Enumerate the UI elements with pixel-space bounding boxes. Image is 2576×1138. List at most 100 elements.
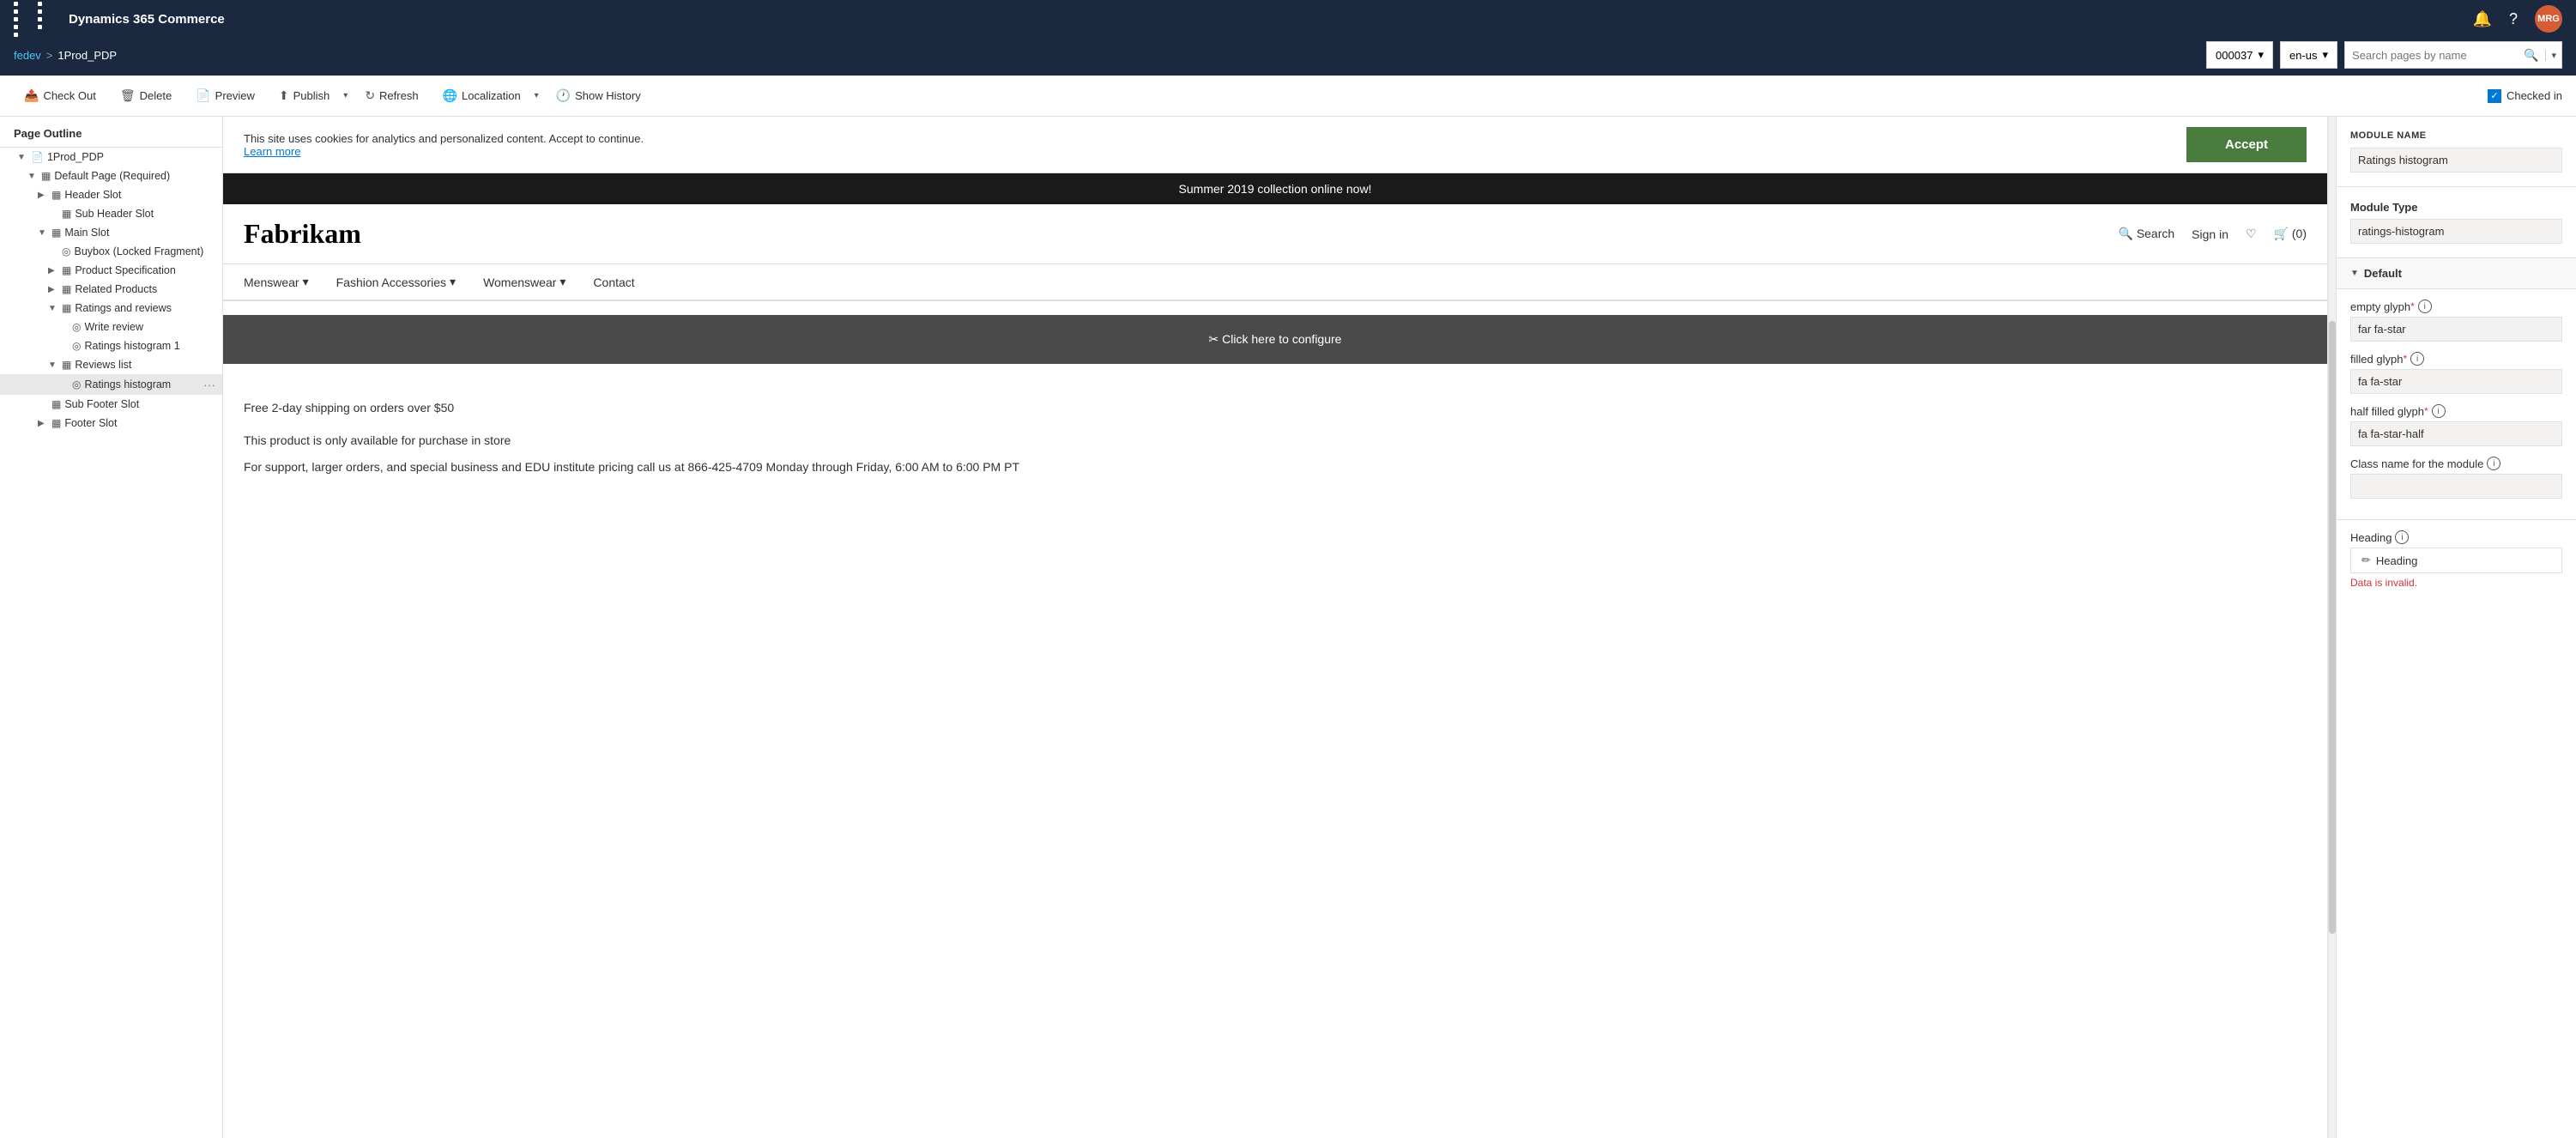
half-filled-glyph-input[interactable] <box>2350 421 2562 446</box>
publish-button[interactable]: ⬆ Publish <box>269 83 340 108</box>
right-panel: MODULE NAME Module Type ratings-histogra… <box>2336 117 2576 1138</box>
scrollbar-thumb[interactable] <box>2329 321 2336 934</box>
nav-item-womenswear[interactable]: Womenswear ▾ <box>483 275 565 289</box>
slot-icon: ▦ <box>62 264 71 276</box>
help-icon[interactable]: ? <box>2509 10 2518 28</box>
accept-button[interactable]: Accept <box>2186 127 2307 162</box>
heading-edit-button[interactable]: ✏ Heading <box>2350 548 2562 573</box>
heading-info-icon[interactable]: i <box>2395 530 2409 544</box>
sidebar-item-label: Ratings histogram <box>84 378 200 390</box>
sidebar-item-sub-header-slot[interactable]: ▦ Sub Header Slot <box>0 204 222 223</box>
filled-glyph-input[interactable] <box>2350 369 2562 394</box>
checkout-button[interactable]: 📤 Check Out <box>14 83 106 108</box>
sidebar-item-default-page[interactable]: ▼ ▦ Default Page (Required) <box>0 166 222 185</box>
preview-icon: 📄 <box>196 88 210 103</box>
info-icon[interactable]: i <box>2410 352 2424 366</box>
sidebar-item-ratings-histogram[interactable]: ◎ Ratings histogram ··· <box>0 374 222 395</box>
toggle-icon: ▼ <box>38 228 51 238</box>
search-nav-link[interactable]: 🔍 Search <box>2118 227 2174 241</box>
sidebar-item-label: Main Slot <box>64 227 215 239</box>
checkout-icon: 📤 <box>24 88 39 103</box>
empty-glyph-input[interactable] <box>2350 317 2562 342</box>
module-type-label: Module Type <box>2350 201 2562 214</box>
sidebar-item-label: Sub Footer Slot <box>64 398 215 410</box>
user-avatar[interactable]: MRG <box>2535 5 2562 33</box>
sidebar-item-write-review[interactable]: ◎ Write review <box>0 318 222 336</box>
canvas-scrollbar[interactable] <box>2329 117 2336 1138</box>
publish-dropdown-arrow[interactable]: ▾ <box>340 86 351 106</box>
sidebar-item-reviews-list[interactable]: ▼ ▦ Reviews list <box>0 355 222 374</box>
toggle-icon: ▼ <box>27 172 41 181</box>
app-grid-icon[interactable] <box>14 2 58 37</box>
slot-icon: ▦ <box>62 359 71 371</box>
configure-placeholder[interactable]: ✂ Click here to configure <box>223 315 2327 364</box>
module-icon: ◎ <box>72 378 81 390</box>
slot-icon: ▦ <box>51 227 61 239</box>
sidebar-item-header-slot[interactable]: ▶ ▦ Header Slot <box>0 185 222 204</box>
product-info: Free 2-day shipping on orders over $50 T… <box>223 378 2327 497</box>
nav-item-fashion[interactable]: Fashion Accessories ▾ <box>336 275 456 289</box>
breadcrumb-link[interactable]: fedev <box>14 49 41 62</box>
sidebar-item-footer-slot[interactable]: ▶ ▦ Footer Slot <box>0 414 222 433</box>
top-bar: Dynamics 365 Commerce 🔔 ? MRG <box>0 0 2576 38</box>
breadcrumb-right-controls: 000037 ▾ en-us ▾ 🔍 ▾ <box>2206 41 2562 69</box>
info-icon[interactable]: i <box>2487 457 2500 470</box>
more-options-button[interactable]: ··· <box>203 378 215 391</box>
default-collapse-header[interactable]: ▼ Default <box>2337 258 2576 289</box>
learn-more-link[interactable]: Learn more <box>244 145 300 158</box>
sidebar-item-1prod-pdp[interactable]: ▼ 📄 1Prod_PDP <box>0 148 222 166</box>
store-header: Fabrikam 🔍 Search Sign in ♡ 🛒 (0) <box>223 204 2327 264</box>
sidebar-item-sub-footer-slot[interactable]: ▦ Sub Footer Slot <box>0 395 222 414</box>
sidebar-item-label: Reviews list <box>75 359 215 371</box>
cookie-banner: This site uses cookies for analytics and… <box>223 117 2327 173</box>
localization-icon: 🌐 <box>443 88 457 103</box>
publish-icon: ⬆ <box>279 88 289 103</box>
sign-in-link[interactable]: Sign in <box>2192 227 2228 241</box>
bell-icon[interactable]: 🔔 <box>2473 10 2492 28</box>
store-navigation: Menswear ▾ Fashion Accessories ▾ Womensw… <box>223 264 2327 301</box>
main-layout: Page Outline ▼ 📄 1Prod_PDP ▼ ▦ Default P… <box>0 117 2576 1138</box>
search-button[interactable]: 🔍 <box>2517 48 2545 63</box>
toggle-icon: ▼ <box>48 360 62 370</box>
slot-icon: ▦ <box>51 398 61 410</box>
locale-dropdown[interactable]: en-us ▾ <box>2280 41 2337 69</box>
empty-glyph-field: empty glyph * i <box>2350 300 2562 342</box>
module-name-input[interactable] <box>2350 148 2562 173</box>
nav-item-menswear[interactable]: Menswear ▾ <box>244 275 309 289</box>
checked-in-status: Checked in <box>2488 89 2562 103</box>
sidebar-item-product-specification[interactable]: ▶ ▦ Product Specification <box>0 261 222 280</box>
filled-glyph-field: filled glyph * i <box>2350 352 2562 394</box>
module-type-value: ratings-histogram <box>2350 219 2562 244</box>
sidebar-item-related-products[interactable]: ▶ ▦ Related Products <box>0 280 222 299</box>
refresh-icon: ↻ <box>365 88 375 103</box>
preview-button[interactable]: 📄 Preview <box>185 83 265 108</box>
slot-icon: ▦ <box>51 417 61 429</box>
class-name-input[interactable] <box>2350 474 2562 499</box>
nav-item-contact[interactable]: Contact <box>593 275 634 289</box>
search-dropdown-button[interactable]: ▾ <box>2545 50 2561 61</box>
sidebar-item-label: 1Prod_PDP <box>47 151 215 163</box>
sidebar-item-ratings-reviews[interactable]: ▼ ▦ Ratings and reviews <box>0 299 222 318</box>
sidebar-item-ratings-histogram-1[interactable]: ◎ Ratings histogram 1 <box>0 336 222 355</box>
canvas-area: This site uses cookies for analytics and… <box>223 117 2336 1138</box>
sidebar-item-label: Ratings and reviews <box>75 302 215 314</box>
shipping-text: Free 2-day shipping on orders over $50 <box>244 398 2307 417</box>
refresh-button[interactable]: ↻ Refresh <box>354 83 428 108</box>
show-history-button[interactable]: 🕐 Show History <box>546 83 651 108</box>
sidebar-item-main-slot[interactable]: ▼ ▦ Main Slot <box>0 223 222 242</box>
page-search-input[interactable] <box>2345 42 2517 68</box>
info-icon[interactable]: i <box>2432 404 2446 418</box>
store-id-dropdown[interactable]: 000037 ▾ <box>2206 41 2273 69</box>
toggle-icon: ▼ <box>17 153 31 162</box>
wishlist-icon[interactable]: ♡ <box>2246 227 2257 241</box>
product-availability: This product is only available for purch… <box>244 431 2307 476</box>
delete-button[interactable]: 🗑 Delete <box>110 83 182 108</box>
configure-icon: ✂ <box>1209 332 1223 346</box>
sidebar-item-label: Footer Slot <box>64 417 215 429</box>
sidebar-item-buybox[interactable]: ◎ Buybox (Locked Fragment) <box>0 242 222 261</box>
delete-icon: 🗑 <box>120 88 136 103</box>
info-icon[interactable]: i <box>2418 300 2432 313</box>
localization-button[interactable]: 🌐 Localization <box>432 83 531 108</box>
localization-dropdown-arrow[interactable]: ▾ <box>531 86 542 106</box>
cart-icon[interactable]: 🛒 (0) <box>2274 227 2307 241</box>
